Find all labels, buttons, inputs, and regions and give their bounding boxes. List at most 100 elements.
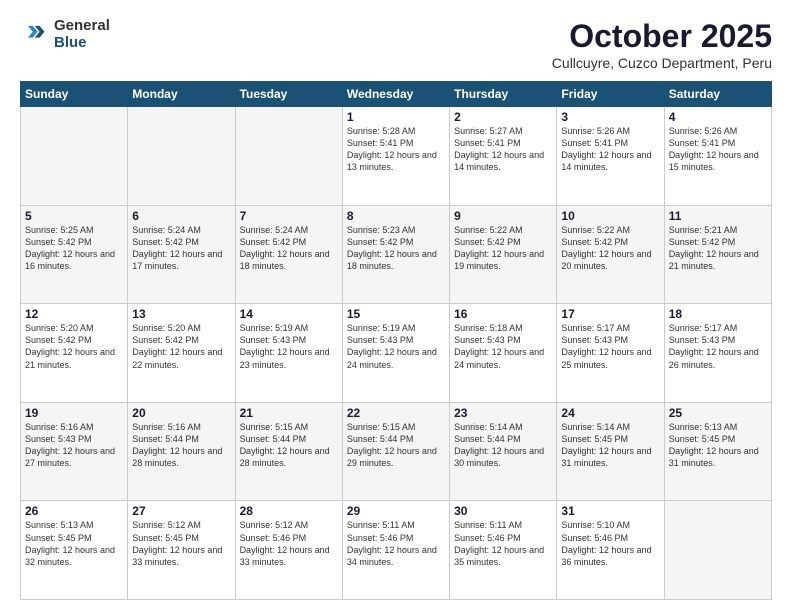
calendar-day-cell: 31Sunrise: 5:10 AMSunset: 5:46 PMDayligh… [557, 501, 664, 600]
day-number: 20 [132, 406, 230, 420]
day-info: Sunrise: 5:22 AMSunset: 5:42 PMDaylight:… [561, 224, 659, 273]
day-number: 28 [240, 504, 338, 518]
calendar-day-cell: 12Sunrise: 5:20 AMSunset: 5:42 PMDayligh… [21, 304, 128, 403]
day-number: 23 [454, 406, 552, 420]
day-info: Sunrise: 5:28 AMSunset: 5:41 PMDaylight:… [347, 125, 445, 174]
day-number: 13 [132, 307, 230, 321]
day-number: 14 [240, 307, 338, 321]
logo-icon [20, 21, 48, 49]
day-info: Sunrise: 5:11 AMSunset: 5:46 PMDaylight:… [454, 519, 552, 568]
day-number: 6 [132, 209, 230, 223]
calendar-day-cell: 16Sunrise: 5:18 AMSunset: 5:43 PMDayligh… [450, 304, 557, 403]
location-subtitle: Cullcuyre, Cuzco Department, Peru [552, 55, 772, 71]
day-info: Sunrise: 5:19 AMSunset: 5:43 PMDaylight:… [347, 322, 445, 371]
page: General Blue October 2025 Cullcuyre, Cuz… [0, 0, 792, 612]
calendar-day-cell: 14Sunrise: 5:19 AMSunset: 5:43 PMDayligh… [235, 304, 342, 403]
day-info: Sunrise: 5:10 AMSunset: 5:46 PMDaylight:… [561, 519, 659, 568]
calendar-day-cell: 23Sunrise: 5:14 AMSunset: 5:44 PMDayligh… [450, 402, 557, 501]
day-number: 21 [240, 406, 338, 420]
calendar-week-row: 12Sunrise: 5:20 AMSunset: 5:42 PMDayligh… [21, 304, 772, 403]
logo-blue: Blue [54, 35, 110, 52]
day-number: 1 [347, 110, 445, 124]
day-number: 2 [454, 110, 552, 124]
day-number: 7 [240, 209, 338, 223]
day-number: 15 [347, 307, 445, 321]
day-number: 4 [669, 110, 767, 124]
calendar-day-cell: 5Sunrise: 5:25 AMSunset: 5:42 PMDaylight… [21, 205, 128, 304]
weekday-header: Friday [557, 82, 664, 107]
day-info: Sunrise: 5:22 AMSunset: 5:42 PMDaylight:… [454, 224, 552, 273]
day-number: 5 [25, 209, 123, 223]
calendar-day-cell: 19Sunrise: 5:16 AMSunset: 5:43 PMDayligh… [21, 402, 128, 501]
calendar-day-cell: 18Sunrise: 5:17 AMSunset: 5:43 PMDayligh… [664, 304, 771, 403]
calendar-day-cell: 3Sunrise: 5:26 AMSunset: 5:41 PMDaylight… [557, 107, 664, 206]
day-info: Sunrise: 5:16 AMSunset: 5:43 PMDaylight:… [25, 421, 123, 470]
calendar-day-cell: 24Sunrise: 5:14 AMSunset: 5:45 PMDayligh… [557, 402, 664, 501]
day-number: 11 [669, 209, 767, 223]
day-number: 16 [454, 307, 552, 321]
calendar-day-cell: 4Sunrise: 5:26 AMSunset: 5:41 PMDaylight… [664, 107, 771, 206]
day-number: 10 [561, 209, 659, 223]
day-number: 25 [669, 406, 767, 420]
day-number: 8 [347, 209, 445, 223]
day-info: Sunrise: 5:12 AMSunset: 5:46 PMDaylight:… [240, 519, 338, 568]
weekday-header: Thursday [450, 82, 557, 107]
calendar-day-cell: 6Sunrise: 5:24 AMSunset: 5:42 PMDaylight… [128, 205, 235, 304]
calendar-day-cell: 21Sunrise: 5:15 AMSunset: 5:44 PMDayligh… [235, 402, 342, 501]
logo-text: General Blue [54, 18, 110, 51]
day-info: Sunrise: 5:21 AMSunset: 5:42 PMDaylight:… [669, 224, 767, 273]
day-number: 17 [561, 307, 659, 321]
calendar-week-row: 1Sunrise: 5:28 AMSunset: 5:41 PMDaylight… [21, 107, 772, 206]
day-info: Sunrise: 5:26 AMSunset: 5:41 PMDaylight:… [669, 125, 767, 174]
day-number: 22 [347, 406, 445, 420]
calendar-week-row: 26Sunrise: 5:13 AMSunset: 5:45 PMDayligh… [21, 501, 772, 600]
day-info: Sunrise: 5:12 AMSunset: 5:45 PMDaylight:… [132, 519, 230, 568]
calendar-day-cell [128, 107, 235, 206]
day-info: Sunrise: 5:13 AMSunset: 5:45 PMDaylight:… [669, 421, 767, 470]
weekday-header: Tuesday [235, 82, 342, 107]
calendar-day-cell [664, 501, 771, 600]
calendar-table: SundayMondayTuesdayWednesdayThursdayFrid… [20, 81, 772, 600]
weekday-header: Wednesday [342, 82, 449, 107]
day-info: Sunrise: 5:20 AMSunset: 5:42 PMDaylight:… [25, 322, 123, 371]
month-title: October 2025 [552, 18, 772, 55]
day-info: Sunrise: 5:19 AMSunset: 5:43 PMDaylight:… [240, 322, 338, 371]
title-area: October 2025 Cullcuyre, Cuzco Department… [552, 18, 772, 71]
calendar-day-cell: 9Sunrise: 5:22 AMSunset: 5:42 PMDaylight… [450, 205, 557, 304]
day-info: Sunrise: 5:13 AMSunset: 5:45 PMDaylight:… [25, 519, 123, 568]
day-info: Sunrise: 5:17 AMSunset: 5:43 PMDaylight:… [669, 322, 767, 371]
calendar-day-cell: 30Sunrise: 5:11 AMSunset: 5:46 PMDayligh… [450, 501, 557, 600]
day-info: Sunrise: 5:17 AMSunset: 5:43 PMDaylight:… [561, 322, 659, 371]
day-info: Sunrise: 5:25 AMSunset: 5:42 PMDaylight:… [25, 224, 123, 273]
calendar-day-cell: 2Sunrise: 5:27 AMSunset: 5:41 PMDaylight… [450, 107, 557, 206]
day-number: 29 [347, 504, 445, 518]
calendar-day-cell: 22Sunrise: 5:15 AMSunset: 5:44 PMDayligh… [342, 402, 449, 501]
day-number: 9 [454, 209, 552, 223]
calendar-day-cell: 1Sunrise: 5:28 AMSunset: 5:41 PMDaylight… [342, 107, 449, 206]
day-info: Sunrise: 5:14 AMSunset: 5:44 PMDaylight:… [454, 421, 552, 470]
calendar-day-cell: 17Sunrise: 5:17 AMSunset: 5:43 PMDayligh… [557, 304, 664, 403]
day-number: 31 [561, 504, 659, 518]
calendar-day-cell: 26Sunrise: 5:13 AMSunset: 5:45 PMDayligh… [21, 501, 128, 600]
day-info: Sunrise: 5:27 AMSunset: 5:41 PMDaylight:… [454, 125, 552, 174]
day-info: Sunrise: 5:14 AMSunset: 5:45 PMDaylight:… [561, 421, 659, 470]
day-number: 24 [561, 406, 659, 420]
calendar-header-row: SundayMondayTuesdayWednesdayThursdayFrid… [21, 82, 772, 107]
day-info: Sunrise: 5:24 AMSunset: 5:42 PMDaylight:… [240, 224, 338, 273]
calendar-day-cell [235, 107, 342, 206]
calendar-day-cell: 27Sunrise: 5:12 AMSunset: 5:45 PMDayligh… [128, 501, 235, 600]
day-info: Sunrise: 5:16 AMSunset: 5:44 PMDaylight:… [132, 421, 230, 470]
day-number: 27 [132, 504, 230, 518]
day-number: 30 [454, 504, 552, 518]
day-number: 3 [561, 110, 659, 124]
day-info: Sunrise: 5:23 AMSunset: 5:42 PMDaylight:… [347, 224, 445, 273]
calendar-day-cell: 8Sunrise: 5:23 AMSunset: 5:42 PMDaylight… [342, 205, 449, 304]
day-info: Sunrise: 5:26 AMSunset: 5:41 PMDaylight:… [561, 125, 659, 174]
calendar-week-row: 19Sunrise: 5:16 AMSunset: 5:43 PMDayligh… [21, 402, 772, 501]
day-info: Sunrise: 5:20 AMSunset: 5:42 PMDaylight:… [132, 322, 230, 371]
day-info: Sunrise: 5:18 AMSunset: 5:43 PMDaylight:… [454, 322, 552, 371]
weekday-header: Sunday [21, 82, 128, 107]
day-info: Sunrise: 5:15 AMSunset: 5:44 PMDaylight:… [347, 421, 445, 470]
logo-general: General [54, 18, 110, 35]
logo: General Blue [20, 18, 110, 51]
